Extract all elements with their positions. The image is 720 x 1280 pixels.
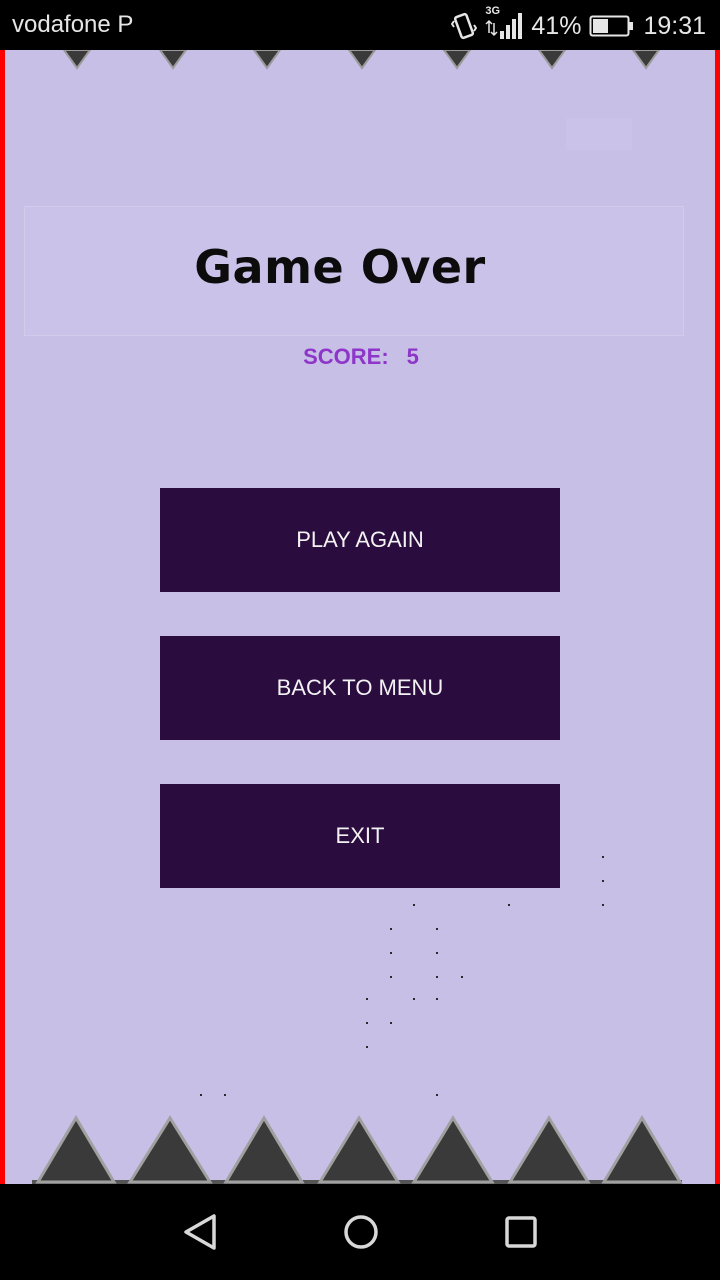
carrier-name: vodafone P <box>12 11 134 38</box>
exit-button[interactable]: EXIT <box>160 784 560 888</box>
particle <box>602 856 604 858</box>
particle <box>602 904 604 906</box>
signal-icon: 3G <box>485 5 523 43</box>
particle <box>390 928 392 930</box>
play-again-button[interactable]: PLAY AGAIN <box>160 488 560 592</box>
home-icon[interactable] <box>337 1208 385 1256</box>
particle <box>436 998 438 1000</box>
status-bar: vodafone P 3G 41% 19:31 <box>0 0 720 50</box>
left-wall <box>0 50 5 1184</box>
particle <box>200 1094 202 1096</box>
particle <box>390 1022 392 1024</box>
clock: 19:31 <box>643 11 706 40</box>
particle <box>436 928 438 930</box>
particle <box>366 998 368 1000</box>
recents-icon[interactable] <box>497 1208 545 1256</box>
right-wall <box>715 50 720 1184</box>
particle <box>461 976 463 978</box>
particle <box>224 1094 226 1096</box>
particle <box>366 1046 368 1048</box>
score-value: 5 <box>406 344 419 369</box>
particle <box>366 1022 368 1024</box>
game-over-title: Game Over <box>194 240 486 294</box>
back-icon[interactable] <box>178 1208 226 1256</box>
particle <box>390 952 392 954</box>
top-spikes <box>62 50 661 70</box>
particle <box>436 976 438 978</box>
particle <box>436 952 438 954</box>
battery-percent: 41% <box>531 11 582 40</box>
battery-icon <box>589 14 635 38</box>
particle <box>508 904 510 906</box>
navigation-bar <box>0 1184 720 1280</box>
bottom-spikes <box>32 1115 683 1184</box>
particle <box>436 1094 438 1096</box>
particle <box>413 998 415 1000</box>
status-icons: 3G 41% 19:31 <box>451 5 706 44</box>
vibrate-icon <box>451 11 478 41</box>
particle <box>413 904 415 906</box>
score-label: SCORE: <box>303 344 389 369</box>
particle <box>390 976 392 978</box>
faded-overlay <box>566 118 632 150</box>
back-to-menu-button[interactable]: BACK TO MENU <box>160 636 560 740</box>
particle <box>602 880 604 882</box>
score-display: SCORE: 5 <box>0 344 720 370</box>
game-area: Game Over SCORE: 5 PLAY AGAIN BACK TO MEN… <box>0 50 720 1184</box>
